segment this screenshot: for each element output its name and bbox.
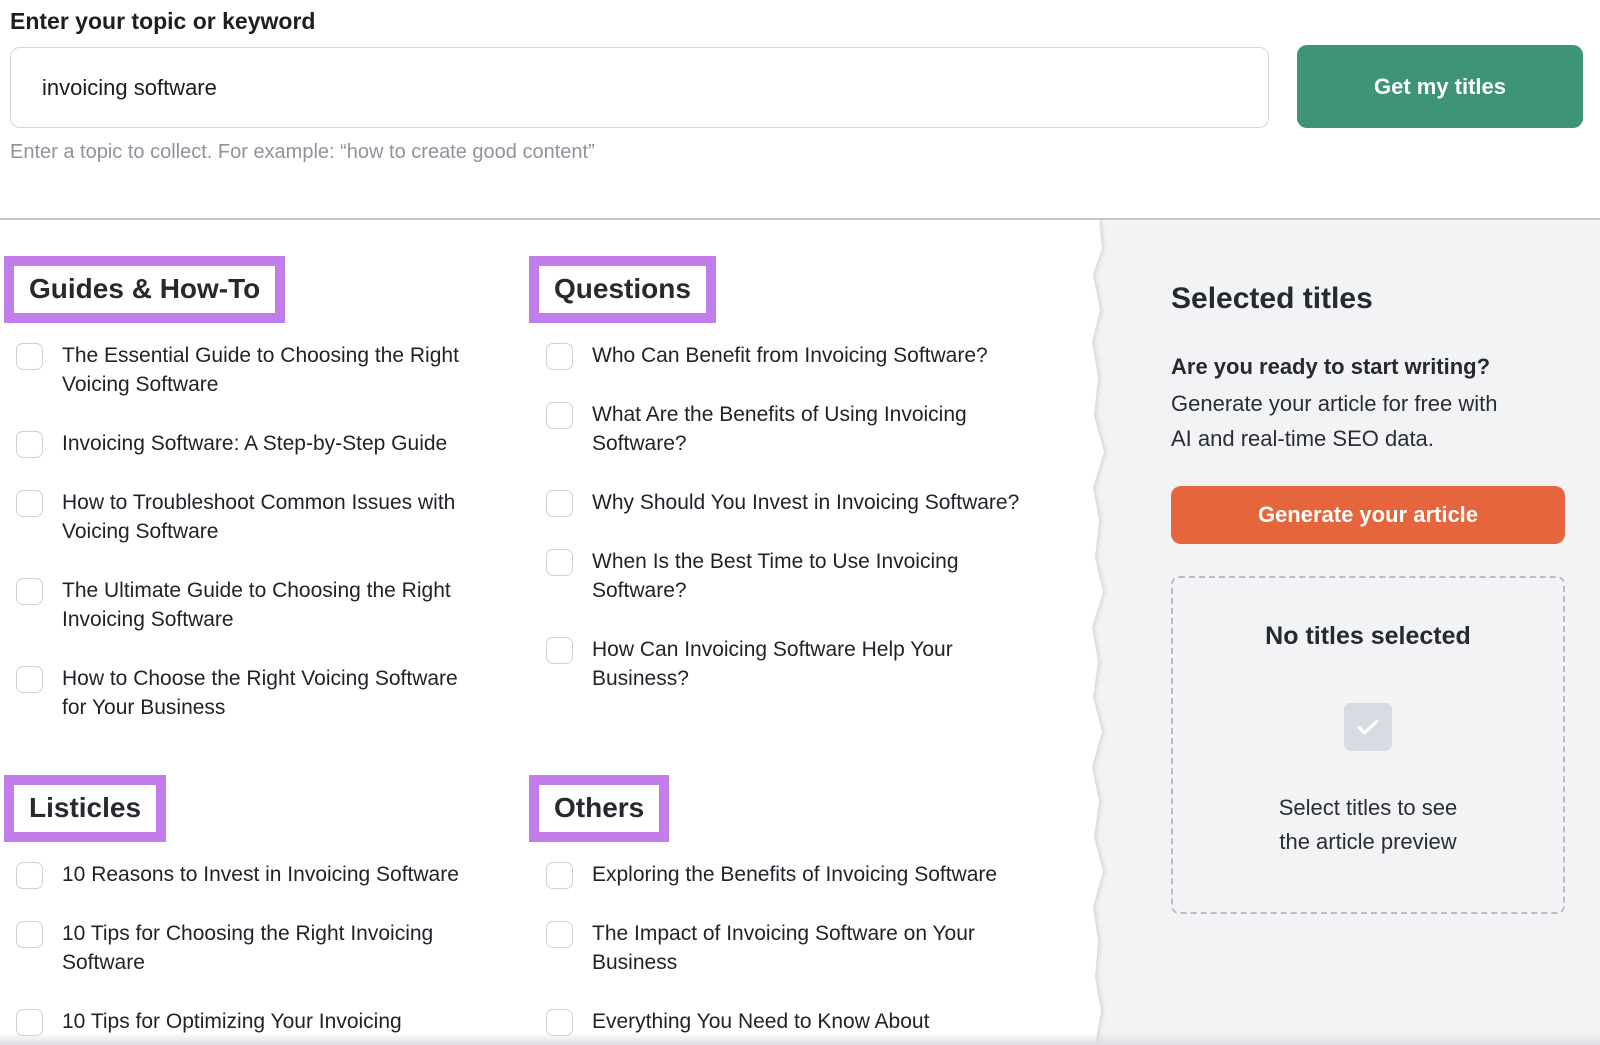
- title-text: How to Choose the Right Voicing Software…: [62, 664, 458, 722]
- title-checkbox[interactable]: [546, 921, 573, 948]
- title-text: Invoicing Software: A Step-by-Step Guide: [62, 429, 447, 458]
- title-row: 10 Tips for Choosing the Right Invoicing…: [16, 919, 504, 977]
- title-row: Exploring the Benefits of Invoicing Soft…: [546, 860, 1029, 889]
- title-text: 10 Reasons to Invest in Invoicing Softwa…: [62, 860, 459, 889]
- empty-state-hint: Select titles to see the article preview: [1173, 791, 1563, 859]
- title-row: Why Should You Invest in Invoicing Softw…: [546, 488, 1029, 517]
- title-checkbox[interactable]: [546, 490, 573, 517]
- title-checkbox[interactable]: [16, 862, 43, 889]
- title-row: What Are the Benefits of Using Invoicing…: [546, 400, 1029, 458]
- title-checkbox[interactable]: [16, 343, 43, 370]
- title-text: How Can Invoicing Software Help Your Bus…: [592, 635, 953, 693]
- title-checkbox[interactable]: [16, 921, 43, 948]
- cta-heading: Are you ready to start writing?: [1171, 354, 1565, 380]
- checkmark-icon: [1344, 703, 1392, 751]
- section-others: Others Exploring the Benefits of Invoici…: [529, 775, 1029, 1045]
- title-text: When Is the Best Time to Use Invoicing S…: [592, 547, 959, 605]
- title-text: Why Should You Invest in Invoicing Softw…: [592, 488, 1019, 517]
- title-row: The Impact of Invoicing Software on Your…: [546, 919, 1029, 977]
- title-checkbox[interactable]: [546, 549, 573, 576]
- title-row: How to Choose the Right Voicing Software…: [16, 664, 504, 722]
- title-text: The Essential Guide to Choosing the Righ…: [62, 341, 459, 399]
- title-row: When Is the Best Time to Use Invoicing S…: [546, 547, 1029, 605]
- title-text: Everything You Need to Know About: [592, 1007, 929, 1036]
- title-text: Exploring the Benefits of Invoicing Soft…: [592, 860, 997, 889]
- title-row: Invoicing Software: A Step-by-Step Guide: [16, 429, 504, 458]
- title-checkbox[interactable]: [546, 1009, 573, 1036]
- section-title-questions: Questions: [529, 256, 716, 323]
- section-questions: Questions Who Can Benefit from Invoicing…: [529, 256, 1029, 723]
- torn-paper-edge-decoration: [1083, 220, 1117, 1045]
- cta-text: Generate your article for free with AI a…: [1171, 386, 1565, 456]
- title-row: Who Can Benefit from Invoicing Software?: [546, 341, 1029, 370]
- title-text: 10 Tips for Optimizing Your Invoicing: [62, 1007, 402, 1036]
- title-checkbox[interactable]: [16, 1009, 43, 1036]
- title-checkbox[interactable]: [546, 402, 573, 429]
- section-listicles: Listicles 10 Reasons to Invest in Invoic…: [4, 775, 504, 1045]
- selected-titles-heading: Selected titles: [1171, 282, 1565, 316]
- title-row: How to Troubleshoot Common Issues with V…: [16, 488, 504, 546]
- get-my-titles-button[interactable]: Get my titles: [1297, 45, 1583, 128]
- title-text: 10 Tips for Choosing the Right Invoicing…: [62, 919, 433, 977]
- title-text: How to Troubleshoot Common Issues with V…: [62, 488, 455, 546]
- topic-label: Enter your topic or keyword: [10, 8, 315, 35]
- title-row: 10 Tips for Optimizing Your Invoicing: [16, 1007, 504, 1036]
- generate-article-button[interactable]: Generate your article: [1171, 486, 1565, 544]
- empty-selection-box: No titles selected Select titles to see …: [1171, 576, 1565, 914]
- title-checkbox[interactable]: [546, 637, 573, 664]
- section-title-listicles: Listicles: [4, 775, 166, 842]
- title-checkbox[interactable]: [546, 343, 573, 370]
- title-row: How Can Invoicing Software Help Your Bus…: [546, 635, 1029, 693]
- title-checkbox[interactable]: [16, 431, 43, 458]
- title-checkbox[interactable]: [16, 666, 43, 693]
- empty-state-title: No titles selected: [1173, 622, 1563, 651]
- title-generator-page: Enter your topic or keyword Get my title…: [0, 0, 1600, 1045]
- title-checkbox[interactable]: [16, 578, 43, 605]
- title-text: What Are the Benefits of Using Invoicing…: [592, 400, 967, 458]
- title-text: The Ultimate Guide to Choosing the Right…: [62, 576, 451, 634]
- topic-helper-text: Enter a topic to collect. For example: “…: [10, 141, 595, 164]
- section-guides-how-to: Guides & How-To The Essential Guide to C…: [4, 256, 504, 752]
- topic-input[interactable]: [10, 47, 1269, 128]
- title-text: Who Can Benefit from Invoicing Software?: [592, 341, 988, 370]
- section-title-others: Others: [529, 775, 669, 842]
- title-row: The Essential Guide to Choosing the Righ…: [16, 341, 504, 399]
- title-row: Everything You Need to Know About: [546, 1007, 1029, 1036]
- selected-titles-panel: Selected titles Are you ready to start w…: [1085, 220, 1600, 1045]
- title-row: 10 Reasons to Invest in Invoicing Softwa…: [16, 860, 504, 889]
- title-row: The Ultimate Guide to Choosing the Right…: [16, 576, 504, 634]
- title-text: The Impact of Invoicing Software on Your…: [592, 919, 975, 977]
- title-checkbox[interactable]: [546, 862, 573, 889]
- section-title-guides: Guides & How-To: [4, 256, 285, 323]
- title-checkbox[interactable]: [16, 490, 43, 517]
